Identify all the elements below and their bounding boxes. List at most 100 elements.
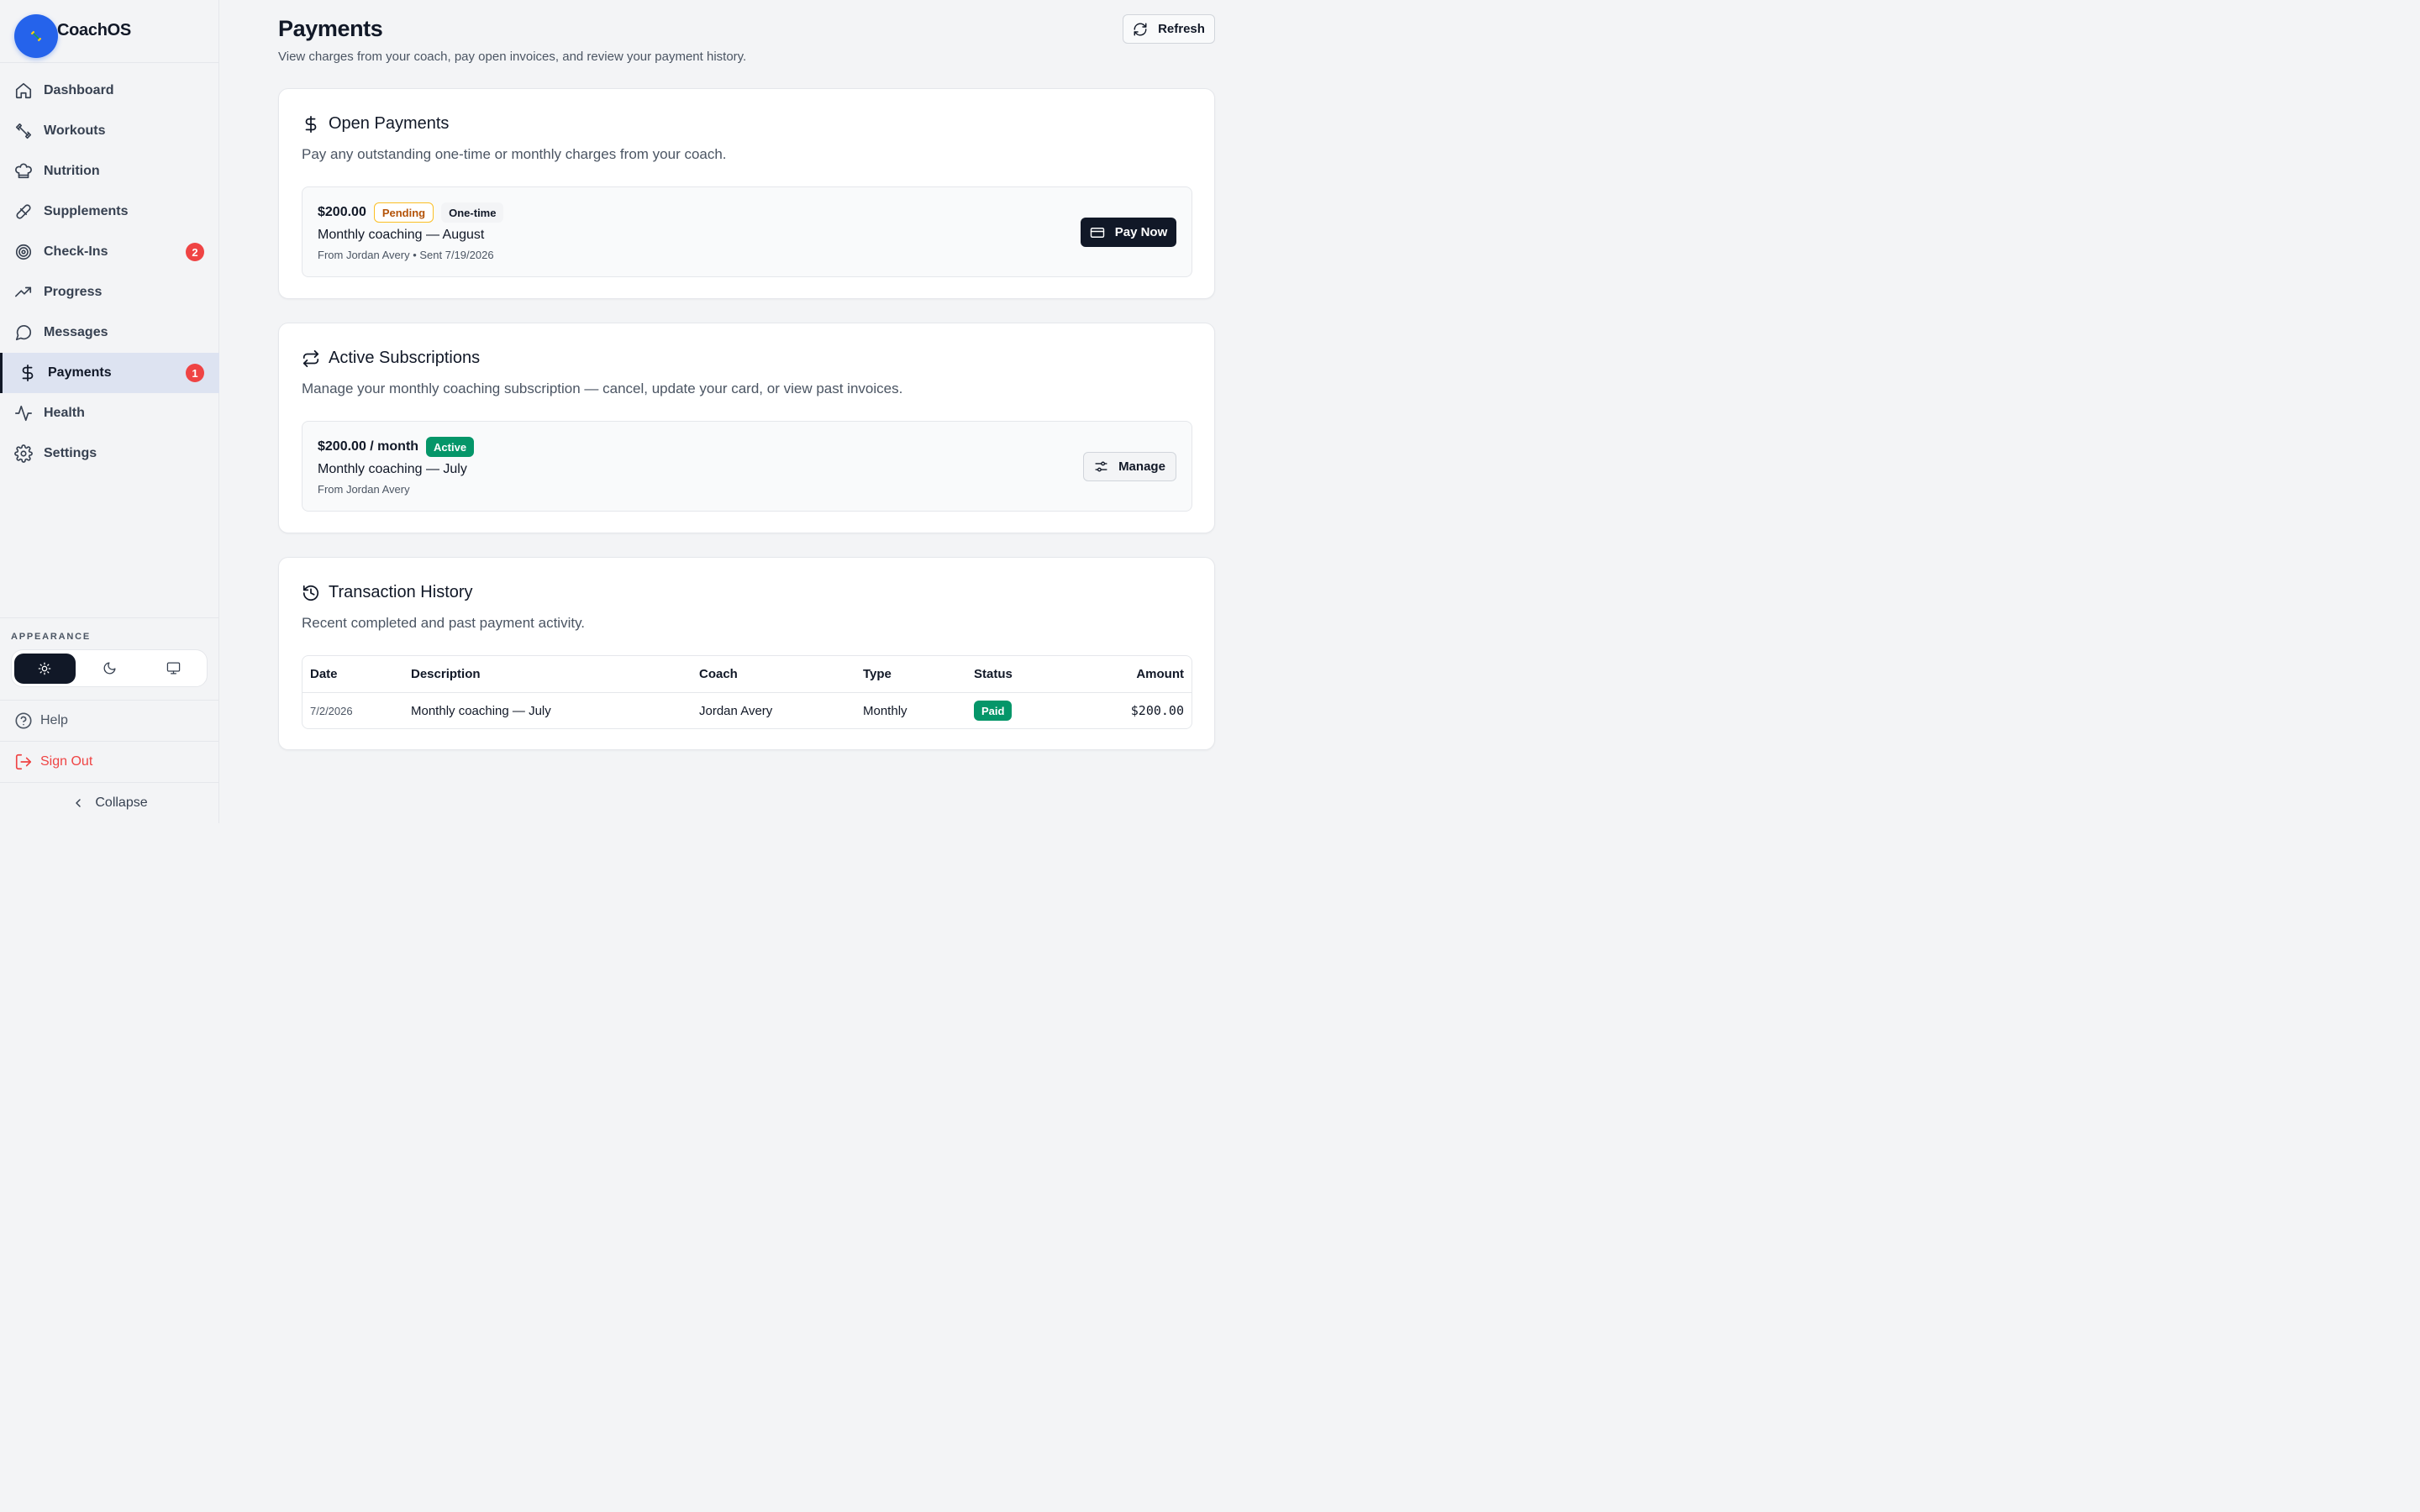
type-badge: One-time bbox=[441, 202, 504, 223]
refresh-icon bbox=[1134, 23, 1147, 35]
notification-badge: 1 bbox=[186, 364, 204, 382]
theme-dark-button[interactable] bbox=[79, 654, 140, 684]
pay-now-label: Pay Now bbox=[1114, 225, 1168, 239]
column-header-date[interactable]: Date bbox=[302, 667, 411, 681]
sliders-icon bbox=[1095, 461, 1107, 472]
log-out-icon bbox=[15, 753, 32, 770]
cell-coach: Jordan Avery bbox=[699, 703, 773, 718]
sidebar-item-label: Supplements bbox=[44, 204, 129, 218]
dollar-icon bbox=[18, 364, 37, 382]
manage-label: Manage bbox=[1118, 459, 1165, 474]
sign-out-button[interactable]: Sign Out bbox=[0, 741, 219, 782]
page-title: Payments bbox=[278, 16, 383, 41]
app-logo[interactable] bbox=[14, 14, 58, 58]
trending-up-icon bbox=[14, 283, 33, 302]
sidebar-item-workouts[interactable]: Workouts bbox=[0, 111, 219, 151]
sidebar-item-health[interactable]: Health bbox=[0, 393, 219, 433]
card-description: Manage your monthly coaching subscriptio… bbox=[302, 381, 903, 396]
message-circle-icon bbox=[14, 323, 33, 342]
card-description: Recent completed and past payment activi… bbox=[302, 615, 586, 631]
status-badge: Paid bbox=[974, 701, 1013, 721]
sun-icon bbox=[38, 662, 51, 675]
subscription-title: Monthly coaching — July bbox=[318, 462, 467, 476]
open-payment-item: $200.00 Pending One-time Monthly coachin… bbox=[302, 186, 1192, 277]
sign-out-label: Sign Out bbox=[40, 754, 93, 769]
subscription-item: $200.00 / month Active Monthly coaching … bbox=[302, 421, 1192, 512]
status-badge: Pending bbox=[373, 202, 434, 223]
sidebar-item-label: Nutrition bbox=[44, 164, 100, 178]
sidebar-nav: Dashboard Workouts Nutrition Supplements… bbox=[0, 71, 219, 474]
column-header-coach[interactable]: Coach bbox=[699, 667, 863, 681]
help-label: Help bbox=[40, 713, 68, 727]
brand-header: CoachOS bbox=[0, 0, 218, 63]
pay-now-button[interactable]: Pay Now bbox=[1081, 218, 1176, 247]
help-button[interactable]: Help bbox=[0, 700, 219, 741]
credit-card-icon bbox=[1090, 227, 1104, 238]
card-title: Open Payments bbox=[329, 114, 450, 133]
dollar-icon bbox=[305, 115, 317, 133]
column-header-description[interactable]: Description bbox=[411, 667, 699, 681]
sidebar-item-label: Dashboard bbox=[44, 83, 114, 97]
gear-icon bbox=[14, 444, 33, 463]
status-badge: Active bbox=[426, 437, 475, 457]
app-name: CoachOS bbox=[57, 21, 131, 39]
theme-light-button[interactable] bbox=[14, 653, 76, 684]
cell-amount: $200.00 bbox=[1130, 703, 1184, 718]
help-circle-icon bbox=[15, 712, 32, 729]
card-title: Active Subscriptions bbox=[329, 349, 481, 367]
sidebar-item-dashboard[interactable]: Dashboard bbox=[0, 71, 219, 111]
column-header-amount[interactable]: Amount bbox=[1075, 667, 1192, 681]
sidebar-item-nutrition[interactable]: Nutrition bbox=[0, 151, 219, 192]
cell-status: Paid bbox=[974, 701, 1075, 721]
activity-icon bbox=[14, 404, 33, 423]
open-payments-card: Open Payments Pay any outstanding one-ti… bbox=[278, 88, 1215, 299]
collapse-label: Collapse bbox=[95, 795, 148, 810]
card-title: Transaction History bbox=[329, 583, 473, 601]
subscription-amount: $200.00 / month bbox=[318, 439, 419, 454]
payment-meta: From Jordan Avery • Sent 7/19/2026 bbox=[318, 249, 494, 261]
card-heading: Transaction History bbox=[302, 583, 473, 602]
theme-system-button[interactable] bbox=[143, 654, 204, 684]
sidebar-item-label: Messages bbox=[44, 325, 108, 339]
pill-icon bbox=[14, 202, 33, 221]
payment-summary: $200.00 Pending One-time bbox=[318, 202, 504, 223]
sidebar-item-label: Workouts bbox=[44, 123, 106, 138]
history-icon bbox=[302, 585, 319, 601]
chevron-left-icon bbox=[76, 799, 82, 807]
repeat-icon bbox=[302, 349, 319, 367]
sidebar-item-payments[interactable]: Payments 1 bbox=[0, 353, 219, 393]
dumbbell-logo-icon bbox=[30, 30, 42, 42]
sidebar: CoachOS Dashboard Workouts Nutrition Sup… bbox=[0, 0, 219, 823]
sidebar-item-messages[interactable]: Messages bbox=[0, 312, 219, 353]
transaction-history-card: Transaction History Recent completed and… bbox=[278, 557, 1215, 750]
notification-badge: 2 bbox=[186, 243, 204, 261]
column-header-status[interactable]: Status bbox=[974, 667, 1075, 681]
manage-subscription-button[interactable]: Manage bbox=[1083, 452, 1176, 481]
card-heading: Open Payments bbox=[302, 114, 449, 134]
column-header-type[interactable]: Type bbox=[863, 667, 974, 681]
theme-switcher bbox=[11, 649, 208, 687]
payment-amount: $200.00 bbox=[318, 205, 366, 219]
subscription-meta: From Jordan Avery bbox=[318, 483, 410, 496]
appearance-title: APPEARANCE bbox=[11, 632, 92, 642]
sidebar-item-label: Progress bbox=[44, 285, 103, 299]
sidebar-item-check-ins[interactable]: Check-Ins 2 bbox=[0, 232, 219, 272]
monitor-icon bbox=[166, 662, 181, 675]
sidebar-item-settings[interactable]: Settings bbox=[0, 433, 219, 474]
sidebar-item-label: Settings bbox=[44, 446, 97, 460]
sidebar-item-label: Health bbox=[44, 406, 85, 420]
collapse-sidebar-button[interactable]: Collapse bbox=[0, 782, 219, 823]
subscription-summary: $200.00 / month Active bbox=[318, 437, 475, 457]
target-icon bbox=[14, 243, 33, 261]
refresh-button[interactable]: Refresh bbox=[1123, 14, 1215, 44]
transactions-table: Date Description Coach Type Status Amoun… bbox=[302, 655, 1192, 729]
cell-date: 7/2/2026 bbox=[310, 704, 353, 717]
sidebar-item-supplements[interactable]: Supplements bbox=[0, 192, 219, 232]
page-subtitle: View charges from your coach, pay open i… bbox=[278, 50, 747, 64]
sidebar-item-label: Check-Ins bbox=[44, 244, 108, 259]
table-row[interactable]: 7/2/2026 Monthly coaching — July Jordan … bbox=[302, 693, 1192, 728]
chef-hat-icon bbox=[14, 162, 33, 181]
sidebar-item-progress[interactable]: Progress bbox=[0, 272, 219, 312]
refresh-label: Refresh bbox=[1158, 22, 1205, 36]
dumbbell-icon bbox=[14, 122, 33, 140]
